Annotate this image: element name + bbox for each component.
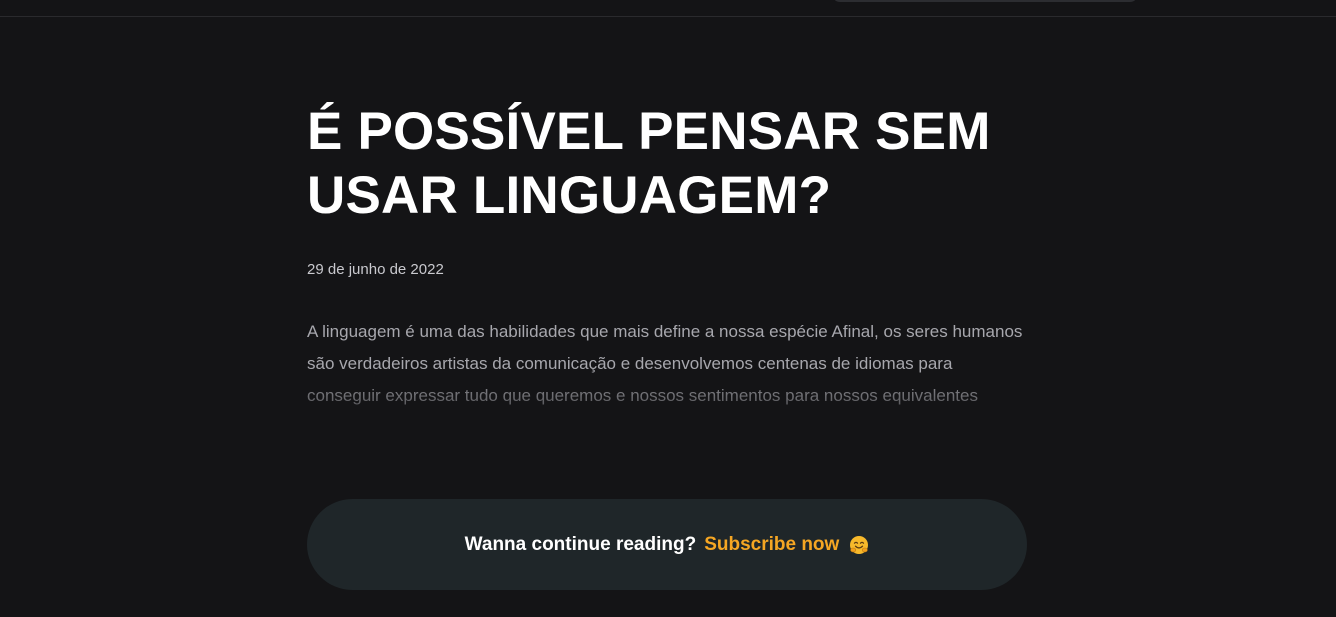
article-date: 29 de junho de 2022 — [307, 261, 444, 278]
article-excerpt: A linguagem é uma das habilidades que ma… — [307, 322, 1023, 405]
subscribe-link[interactable]: Subscribe now — [704, 534, 839, 556]
hugging-face-emoji-icon — [849, 535, 869, 555]
subscribe-cta-banner: Wanna continue reading? Subscribe now — [307, 499, 1027, 590]
top-navigation-bar — [0, 0, 1336, 17]
cta-prompt: Wanna continue reading? — [464, 533, 697, 555]
article-preview: É POSSÍVEL PENSAR SEM USAR LINGUAGEM? 29… — [307, 100, 1027, 446]
article-title: É POSSÍVEL PENSAR SEM USAR LINGUAGEM? — [307, 102, 991, 225]
article-excerpt-container: A linguagem é uma das habilidades que ma… — [307, 316, 1027, 446]
search-bar-fragment[interactable] — [832, 0, 1138, 2]
